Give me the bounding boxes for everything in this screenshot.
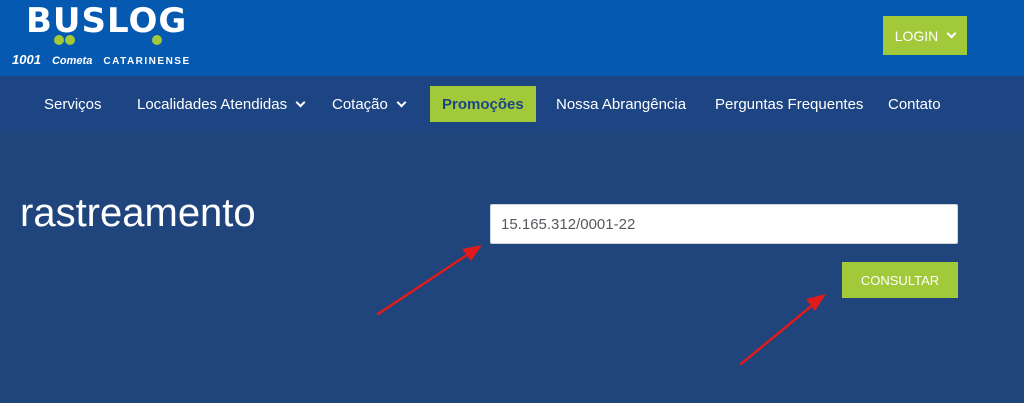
logo-dot-icon [65,35,75,45]
page-title: rastreamento [20,191,256,235]
nav-item-contato[interactable]: Contato [888,86,941,122]
logo-wordmark: BUSLOG [26,1,188,41]
nav-item-servicos[interactable]: Serviços [44,86,102,122]
brand-cometa: Cometa [51,55,93,67]
nav-item-perguntas-frequentes[interactable]: Perguntas Frequentes [715,86,863,122]
chevron-down-icon [946,28,957,39]
nav-item-nossa-abrangencia[interactable]: Nossa Abrangência [556,86,686,122]
nav-item-label: Perguntas Frequentes [715,95,864,113]
main-nav: Serviços Localidades Atendidas Cotação P… [0,76,1024,131]
login-label: LOGIN [894,27,939,44]
brand-catarinense: CATARINENSE [103,56,191,67]
nav-item-label: Cotação [332,95,388,113]
consultar-button[interactable]: CONSULTAR [842,262,958,298]
nav-item-label: Contato [888,95,941,113]
nav-item-label: Localidades Atendidas [137,95,288,113]
chevron-down-icon [396,97,407,107]
tracking-input[interactable] [490,204,958,244]
buslog-logo[interactable]: BUSLOG 1001 Cometa CATARINENSE [12,2,212,72]
site-header: BUSLOG 1001 Cometa CATARINENSE LOGIN [0,0,1024,76]
tracking-section: rastreamento CONSULTAR [0,131,1024,403]
logo-brands: 1001 Cometa CATARINENSE [12,52,199,67]
chevron-down-icon [295,97,306,107]
login-button[interactable]: LOGIN [883,16,967,55]
logo-dot-icon [54,35,64,45]
nav-item-label: Promoções [442,95,524,113]
nav-item-localidades-atendidas[interactable]: Localidades Atendidas [137,86,306,122]
nav-item-cotacao[interactable]: Cotação [332,86,407,122]
nav-item-label: Serviços [44,95,102,113]
nav-item-label: Nossa Abrangência [556,95,687,113]
brand-1001: 1001 [12,52,41,67]
nav-item-promocoes[interactable]: Promoções [430,86,536,122]
logo-dot-icon [152,35,162,45]
